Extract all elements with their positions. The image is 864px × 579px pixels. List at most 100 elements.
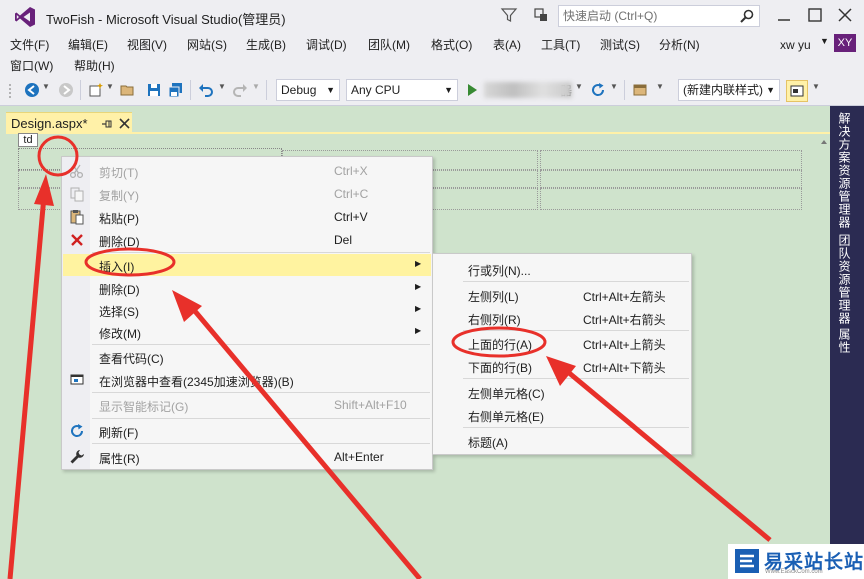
table-cell[interactable] xyxy=(540,170,802,188)
ctx-label: 显示智能标记(G) xyxy=(99,400,189,414)
undo-icon[interactable] xyxy=(198,82,214,98)
table-cell[interactable] xyxy=(540,188,802,210)
menu-team[interactable]: 团队(M) xyxy=(368,36,410,53)
chevron-down-icon: ▼ xyxy=(444,85,453,95)
ctx-cut[interactable]: 剪切(T) Ctrl+X xyxy=(63,160,431,182)
vertical-scrollbar[interactable] xyxy=(818,134,830,579)
minimize-button[interactable] xyxy=(776,8,792,24)
new-dropdown-icon[interactable]: ▼ xyxy=(106,82,114,91)
sub-row-above[interactable]: 上面的行(A) Ctrl+Alt+上箭头 xyxy=(434,332,690,354)
ctx-refresh[interactable]: 刷新(F) xyxy=(63,420,431,442)
quick-launch-input[interactable] xyxy=(559,6,735,26)
scroll-up-icon[interactable] xyxy=(820,138,828,146)
menu-help[interactable]: 帮助(H) xyxy=(74,57,115,74)
ctx-label: 属性(R) xyxy=(99,452,140,466)
ctx-copy[interactable]: 复制(Y) Ctrl+C xyxy=(63,183,431,205)
refresh-dropdown-icon[interactable]: ▼ xyxy=(610,82,618,91)
run-target-dropdown-icon[interactable]: ▼ xyxy=(575,82,583,91)
window-title: TwoFish - Microsoft Visual Studio(管理员) xyxy=(46,12,286,27)
quick-launch-box[interactable] xyxy=(558,5,760,27)
menu-window[interactable]: 窗口(W) xyxy=(10,57,53,74)
browser-link-icon[interactable] xyxy=(632,82,648,98)
start-debugging-icon[interactable] xyxy=(464,82,480,98)
menu-analyze[interactable]: 分析(N) xyxy=(659,36,700,53)
menu-table[interactable]: 表(A) xyxy=(493,36,521,53)
open-file-icon[interactable] xyxy=(120,82,136,98)
undo-dropdown-icon[interactable]: ▼ xyxy=(218,82,226,91)
visual-studio-logo-icon xyxy=(15,7,35,27)
dock-tab-properties[interactable]: 属性 xyxy=(836,328,853,354)
search-icon[interactable] xyxy=(739,8,755,24)
filter-icon[interactable] xyxy=(500,6,518,24)
toolbar-overflow-icon[interactable]: ▼ xyxy=(656,82,664,91)
target-rule-select[interactable]: (新建内联样式) ▼ xyxy=(678,79,780,101)
toolbar-options-icon[interactable]: ▼ xyxy=(812,82,820,91)
ctx-label: 查看代码(C) xyxy=(99,352,164,366)
ctx-insert[interactable]: 插入(I) ▶ xyxy=(63,254,431,276)
document-tab[interactable]: Design.aspx* xyxy=(6,112,132,134)
pin-icon[interactable] xyxy=(101,118,113,130)
menu-edit[interactable]: 编辑(E) xyxy=(68,36,108,53)
avatar[interactable]: XY xyxy=(834,34,856,52)
ctx-select[interactable]: 选择(S) ▶ xyxy=(63,299,431,321)
ctx-delete[interactable]: 删除(D) Del xyxy=(63,229,431,251)
navigate-back-icon[interactable] xyxy=(24,82,40,98)
dock-tab-solution-explorer[interactable]: 解决方案资源管理器 xyxy=(836,112,853,229)
ctx-properties[interactable]: 属性(R) Alt+Enter xyxy=(63,446,431,468)
close-tab-icon[interactable] xyxy=(118,117,131,130)
solution-configuration-select[interactable]: Debug ▼ xyxy=(276,79,340,101)
ctx-paste[interactable]: 粘贴(P) Ctrl+V xyxy=(63,206,431,228)
menu-format[interactable]: 格式(O) xyxy=(431,36,472,53)
menu-file[interactable]: 文件(F) xyxy=(10,36,49,53)
back-dropdown-icon[interactable]: ▼ xyxy=(42,82,50,91)
ctx-modify[interactable]: 修改(M) ▶ xyxy=(63,321,431,343)
menu-build[interactable]: 生成(B) xyxy=(246,36,286,53)
menu-tools[interactable]: 工具(T) xyxy=(541,36,580,53)
menu-view[interactable]: 视图(V) xyxy=(127,36,167,53)
menu-debug[interactable]: 调试(D) xyxy=(306,36,347,53)
sub-cell-left[interactable]: 左侧单元格(C) xyxy=(434,381,690,403)
menu-separator xyxy=(463,330,689,331)
sub-shortcut: Ctrl+Alt+左箭头 xyxy=(583,290,666,304)
sub-cell-right[interactable]: 右侧单元格(E) xyxy=(434,404,690,426)
user-account-name[interactable]: xw yu xyxy=(780,38,811,52)
sub-row-below[interactable]: 下面的行(B) Ctrl+Alt+下箭头 xyxy=(434,355,690,377)
refresh-browser-icon[interactable] xyxy=(590,82,606,98)
sub-label: 行或列(N)... xyxy=(468,264,531,278)
toolbar-separator xyxy=(624,80,625,100)
sub-label: 左侧列(L) xyxy=(468,290,519,304)
menu-website[interactable]: 网站(S) xyxy=(187,36,227,53)
element-tag-label[interactable]: td xyxy=(18,133,38,147)
sub-rows-or-columns[interactable]: 行或列(N)... xyxy=(434,258,690,280)
menu-test[interactable]: 测试(S) xyxy=(600,36,640,53)
dock-tab-team-explorer[interactable]: 团队资源管理器 xyxy=(836,234,853,325)
ctx-label: 删除(D) xyxy=(99,283,140,297)
navigate-forward-icon[interactable] xyxy=(58,82,74,98)
toolbar-grip-icon[interactable] xyxy=(8,82,14,98)
account-dropdown-icon[interactable]: ▼ xyxy=(820,36,829,46)
notification-icon[interactable] xyxy=(532,6,550,24)
save-all-icon[interactable] xyxy=(168,82,184,98)
new-project-icon[interactable] xyxy=(88,82,104,98)
ctx-view-code[interactable]: 查看代码(C) xyxy=(63,346,431,368)
redo-dropdown-icon[interactable]: ▼ xyxy=(252,82,260,91)
sub-caption[interactable]: 标题(A) xyxy=(434,430,690,452)
save-icon[interactable] xyxy=(146,82,162,98)
table-cell[interactable] xyxy=(540,150,802,170)
sub-label: 标题(A) xyxy=(468,436,508,450)
blurred-run-target xyxy=(484,82,572,98)
solution-platform-value: Any CPU xyxy=(351,83,401,97)
redo-icon[interactable] xyxy=(232,82,248,98)
menu-bar: 文件(F) 编辑(E) 视图(V) 网站(S) 生成(B) 调试(D) 团队(M… xyxy=(0,34,864,76)
style-application-toggle[interactable] xyxy=(786,80,808,102)
close-window-button[interactable] xyxy=(836,6,854,24)
solution-platform-select[interactable]: Any CPU ▼ xyxy=(346,79,458,101)
ctx-show-smart-tag[interactable]: 显示智能标记(G) Shift+Alt+F10 xyxy=(63,394,431,416)
ctx-view-in-browser[interactable]: 在浏览器中查看(2345加速浏览器)(B) xyxy=(63,369,431,391)
ctx-delete-submenu[interactable]: 删除(D) ▶ xyxy=(63,277,431,299)
maximize-button[interactable] xyxy=(806,6,824,24)
sub-column-right[interactable]: 右侧列(R) Ctrl+Alt+右箭头 xyxy=(434,307,690,329)
toolbar-separator xyxy=(190,80,191,100)
sub-column-left[interactable]: 左侧列(L) Ctrl+Alt+左箭头 xyxy=(434,284,690,306)
ctx-label: 剪切(T) xyxy=(99,166,139,180)
